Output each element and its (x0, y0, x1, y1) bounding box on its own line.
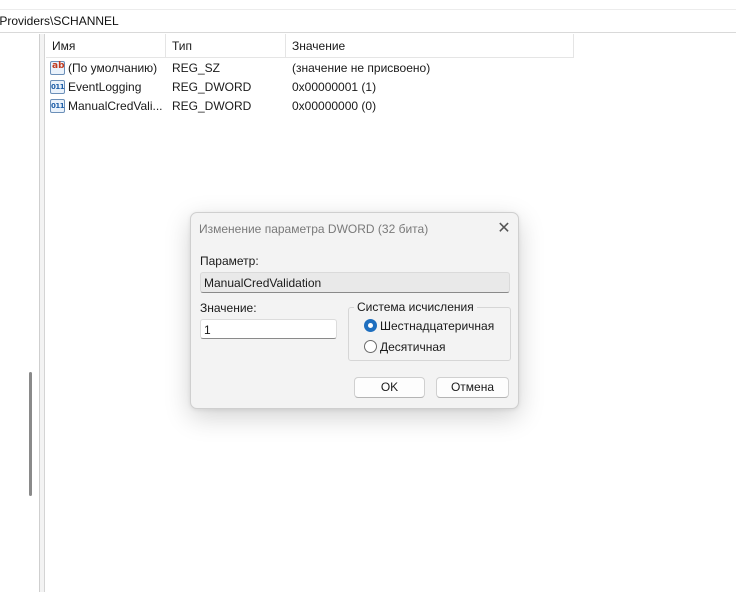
column-header-value[interactable]: Значение (286, 34, 574, 58)
row-name: (По умолчанию) (68, 61, 158, 75)
row-value: 0x00000001 (1) (292, 80, 377, 94)
edit-dword-dialog: Изменение параметра DWORD (32 бита) ✕ Па… (190, 212, 519, 409)
row-type: REG_DWORD (172, 80, 252, 94)
param-name-label: Параметр: (200, 254, 259, 268)
radio-unchecked-icon[interactable] (364, 340, 377, 353)
reg-binary-icon (50, 80, 65, 94)
value-data-label: Значение: (200, 301, 257, 315)
value-data-input[interactable]: 1 (200, 319, 337, 339)
dialog-title: Изменение параметра DWORD (32 бита) (199, 222, 429, 236)
list-header: Имя Тип Значение (46, 34, 574, 58)
reg-binary-icon (50, 99, 65, 113)
list-row[interactable]: ManualCredVali... REG_DWORD 0x00000000 (… (46, 97, 466, 116)
cancel-button[interactable]: Отмена (436, 377, 509, 398)
param-name-field: ManualCredValidation (200, 272, 510, 293)
row-type: REG_SZ (172, 61, 221, 75)
column-header-name[interactable]: Имя (46, 34, 166, 58)
reg-string-icon (50, 61, 65, 75)
address-path: \Providers\SCHANNEL (0, 14, 119, 28)
tree-scrollbar-thumb[interactable] (29, 372, 32, 496)
row-name: ManualCredVali... (68, 99, 163, 113)
row-name: EventLogging (68, 80, 142, 94)
address-bar[interactable]: \Providers\SCHANNEL (0, 10, 736, 33)
toolbar-strip (0, 0, 736, 10)
base-dec-label[interactable]: Десятичная (380, 340, 446, 354)
radio-checked-icon[interactable] (364, 319, 377, 332)
row-value: 0x00000000 (0) (292, 99, 377, 113)
list-row[interactable]: (По умолчанию) REG_SZ (значение не присв… (46, 59, 466, 78)
base-hex-label[interactable]: Шестнадцатеричная (380, 319, 494, 333)
list-row[interactable]: EventLogging REG_DWORD 0x00000001 (1) (46, 78, 466, 97)
registry-editor-window: \Providers\SCHANNEL Имя Тип Значение (По… (0, 0, 736, 592)
row-type: REG_DWORD (172, 99, 252, 113)
close-icon[interactable]: ✕ (491, 216, 517, 242)
tree-pane[interactable] (0, 34, 40, 592)
row-value: (значение не присвоено) (292, 61, 431, 75)
column-header-type[interactable]: Тип (166, 34, 286, 58)
ok-button[interactable]: OK (354, 377, 425, 398)
pane-splitter[interactable] (40, 34, 45, 592)
base-group-title: Система исчисления (354, 300, 477, 314)
